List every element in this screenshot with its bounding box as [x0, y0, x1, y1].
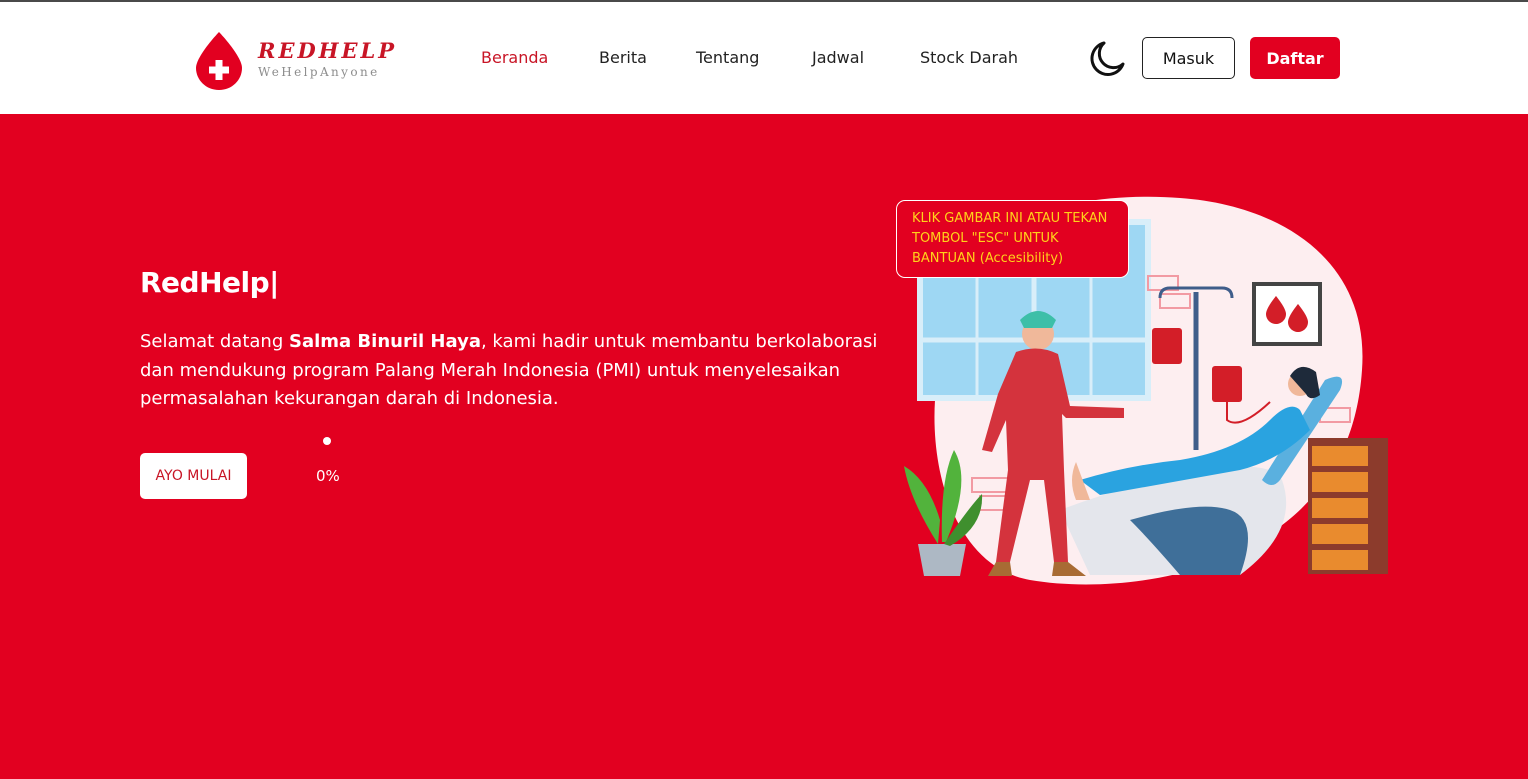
potted-plant	[918, 544, 966, 576]
hero-description: Selamat datang Salma Binuril Haya, kami …	[140, 328, 890, 414]
logo[interactable]: REDHELP WeHelpAnyone	[194, 32, 404, 92]
nav-beranda[interactable]: Beranda	[481, 48, 548, 67]
brand-name: REDHELP	[258, 38, 398, 63]
nav-berita[interactable]: Berita	[599, 48, 647, 67]
moon-icon[interactable]	[1088, 40, 1126, 78]
blood-drop-logo-icon	[196, 32, 242, 90]
brand-tagline: WeHelpAnyone	[258, 65, 380, 79]
nav-tentang[interactable]: Tentang	[696, 48, 759, 67]
hero-text-before: Selamat datang	[140, 331, 289, 352]
start-button[interactable]: AYO MULAI	[140, 453, 247, 499]
hero-title: RedHelp|	[140, 266, 279, 299]
slider-handle[interactable]	[323, 437, 331, 445]
picture-frame	[1252, 282, 1322, 346]
slider-value: 0%	[316, 467, 340, 485]
accessibility-tooltip: KLIK GAMBAR INI ATAU TEKAN TOMBOL "ESC" …	[896, 200, 1129, 278]
navbar: REDHELP WeHelpAnyone Beranda Berita Tent…	[0, 2, 1528, 114]
login-button[interactable]: Masuk	[1142, 37, 1235, 79]
nav-jadwal[interactable]: Jadwal	[812, 48, 864, 67]
nav-stock-darah[interactable]: Stock Darah	[920, 48, 1018, 67]
user-name: Salma Binuril Haya	[288, 331, 481, 352]
blood-bag	[1152, 328, 1182, 364]
signup-button[interactable]: Daftar	[1250, 37, 1340, 79]
